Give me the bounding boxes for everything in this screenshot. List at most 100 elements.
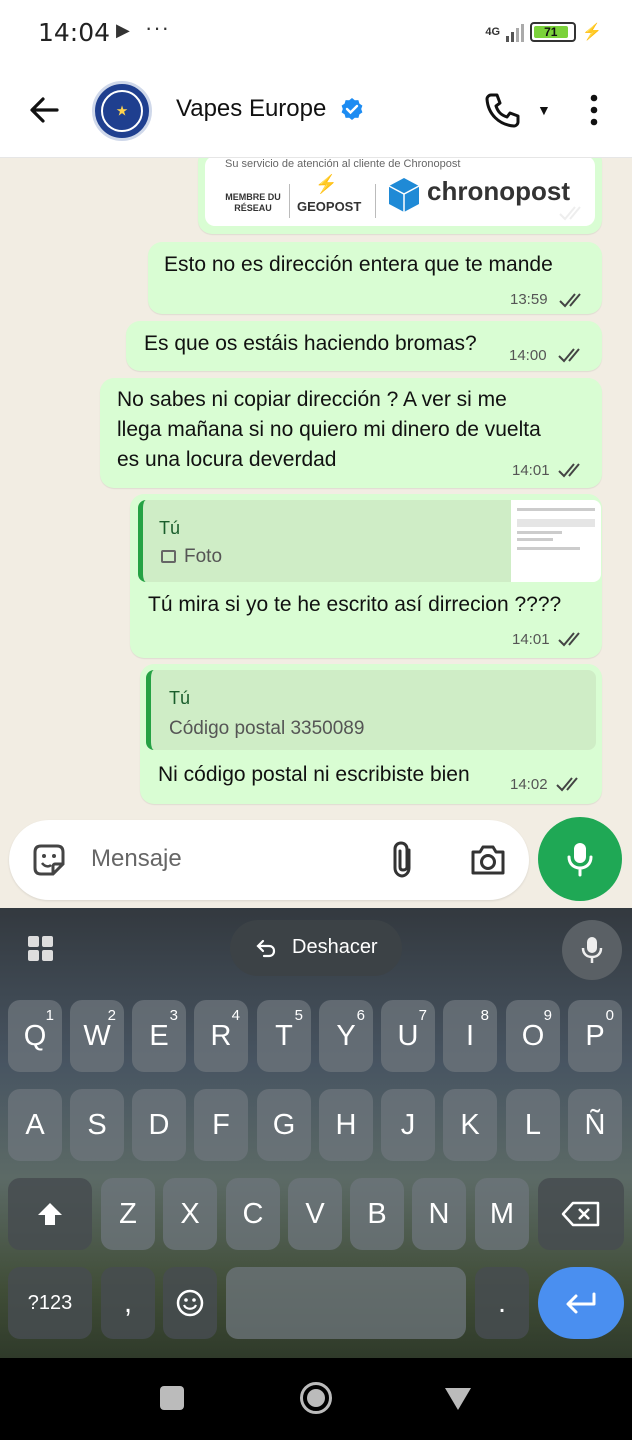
message-bubble[interactable]: Es que os estáis haciendo bromas? 14:00 bbox=[126, 321, 602, 371]
chronopost-box-icon bbox=[388, 178, 420, 212]
call-options-chevron-icon[interactable]: ▼ bbox=[537, 102, 551, 118]
message-text: No sabes ni copiar dirección ? A ver si … bbox=[117, 388, 541, 471]
battery-level: 71 bbox=[544, 25, 558, 39]
key-d[interactable]: D bbox=[132, 1089, 186, 1161]
shift-key[interactable] bbox=[8, 1178, 92, 1250]
key-t[interactable]: T5 bbox=[257, 1000, 311, 1072]
image-message[interactable]: Su servicio de atención al cliente de Ch… bbox=[198, 158, 602, 234]
contact-avatar[interactable]: ★ bbox=[92, 81, 152, 141]
message-composer[interactable]: Mensaje bbox=[9, 820, 529, 900]
period-key[interactable]: . bbox=[475, 1267, 529, 1339]
image-logo-geopost: GEOPOST bbox=[297, 199, 362, 214]
message-text: Ni código postal ni escribiste bien bbox=[158, 763, 470, 786]
comma-key[interactable]: , bbox=[101, 1267, 155, 1339]
back-arrow-icon[interactable] bbox=[25, 90, 65, 130]
phone-call-icon[interactable] bbox=[482, 90, 522, 130]
voice-message-button[interactable] bbox=[538, 817, 622, 901]
battery-icon: 71 bbox=[530, 22, 577, 42]
key-i[interactable]: I8 bbox=[443, 1000, 497, 1072]
quote-text: Código postal 3350089 bbox=[169, 718, 365, 739]
key-g[interactable]: G bbox=[257, 1089, 311, 1161]
verified-badge-icon bbox=[341, 98, 363, 120]
enter-arrow-icon bbox=[566, 1292, 596, 1314]
message-time: 13:59 bbox=[510, 291, 548, 308]
quoted-message[interactable]: Tú Código postal 3350089 bbox=[146, 670, 596, 750]
geopost-logo-icon: ⚡ bbox=[315, 174, 338, 194]
message-bubble[interactable]: Esto no es dirección entera que te mande… bbox=[148, 242, 602, 314]
key-o[interactable]: O9 bbox=[506, 1000, 560, 1072]
key-w[interactable]: W2 bbox=[70, 1000, 124, 1072]
enter-key[interactable] bbox=[538, 1267, 624, 1339]
undo-label: Deshacer bbox=[292, 936, 378, 958]
space-key[interactable] bbox=[226, 1267, 466, 1339]
contact-name[interactable]: Vapes Europe bbox=[176, 95, 326, 123]
key-k[interactable]: K bbox=[443, 1089, 497, 1161]
emoji-key[interactable] bbox=[163, 1267, 217, 1339]
charging-icon: ⚡ bbox=[582, 24, 602, 41]
microphone-icon bbox=[581, 937, 603, 963]
symbols-key[interactable]: ?123 bbox=[8, 1267, 92, 1339]
network-type: 4G bbox=[485, 26, 501, 38]
key-z[interactable]: Z bbox=[101, 1178, 155, 1250]
read-receipt-icon bbox=[556, 777, 578, 792]
attach-paperclip-icon[interactable] bbox=[389, 840, 419, 880]
quote-author: Tú bbox=[159, 518, 181, 538]
quote-text: Foto bbox=[184, 546, 223, 567]
chat-area[interactable]: Su servicio de atención al cliente de Ch… bbox=[0, 158, 632, 908]
key-m[interactable]: M bbox=[475, 1178, 529, 1250]
key-p[interactable]: P0 bbox=[568, 1000, 622, 1072]
key-n[interactable]: N bbox=[412, 1178, 466, 1250]
more-options-icon[interactable] bbox=[585, 92, 603, 128]
key-s[interactable]: S bbox=[70, 1089, 124, 1161]
key-e[interactable]: E3 bbox=[132, 1000, 186, 1072]
message-text: Esto no es dirección entera que te mande bbox=[164, 253, 553, 276]
key-enye[interactable]: Ñ bbox=[568, 1089, 622, 1161]
emoji-smile-icon bbox=[176, 1289, 204, 1317]
key-v[interactable]: V bbox=[288, 1178, 342, 1250]
quoted-message[interactable]: Tú Foto bbox=[138, 500, 601, 582]
reply-message-bubble[interactable]: Tú Foto Tú mira si yo te he escrito así … bbox=[130, 494, 602, 658]
key-q[interactable]: Q1 bbox=[8, 1000, 62, 1072]
message-input[interactable]: Mensaje bbox=[91, 845, 182, 873]
key-c[interactable]: C bbox=[226, 1178, 280, 1250]
photo-icon bbox=[161, 550, 176, 563]
key-u[interactable]: U7 bbox=[381, 1000, 435, 1072]
home-circle-icon[interactable] bbox=[300, 1382, 332, 1414]
read-receipt-icon bbox=[558, 632, 580, 647]
quote-thumbnail bbox=[511, 500, 601, 582]
message-time: 14:01 bbox=[512, 462, 550, 479]
key-h[interactable]: H bbox=[319, 1089, 373, 1161]
status-time: 14:04 bbox=[38, 18, 111, 47]
key-a[interactable]: A bbox=[8, 1089, 62, 1161]
message-time: 14:02 bbox=[510, 776, 548, 793]
keyboard-menu-grid-icon[interactable] bbox=[26, 934, 56, 964]
read-receipt-icon bbox=[558, 463, 580, 478]
keyboard-voice-button[interactable] bbox=[562, 920, 622, 980]
message-text: Tú mira si yo te he escrito así dirrecio… bbox=[148, 593, 562, 616]
key-r[interactable]: R4 bbox=[194, 1000, 248, 1072]
read-receipt-icon bbox=[559, 293, 581, 308]
more-notifications-icon: ··· bbox=[145, 15, 170, 40]
system-nav-bar bbox=[0, 1358, 632, 1440]
image-logo-chronopost: chronopost bbox=[427, 176, 570, 206]
backspace-icon bbox=[561, 1201, 600, 1227]
read-receipt-icon bbox=[559, 206, 581, 221]
message-text: Es que os estáis haciendo bromas? bbox=[144, 332, 477, 355]
key-y[interactable]: Y6 bbox=[319, 1000, 373, 1072]
recents-square-icon[interactable] bbox=[160, 1386, 184, 1410]
sticker-emoji-icon[interactable] bbox=[29, 840, 69, 880]
message-bubble[interactable]: No sabes ni copiar dirección ? A ver si … bbox=[100, 378, 602, 488]
key-x[interactable]: X bbox=[163, 1178, 217, 1250]
key-f[interactable]: F bbox=[194, 1089, 248, 1161]
key-l[interactable]: L bbox=[506, 1089, 560, 1161]
read-receipt-icon bbox=[558, 348, 580, 363]
undo-button[interactable]: Deshacer bbox=[230, 920, 402, 976]
undo-icon bbox=[256, 939, 276, 958]
camera-icon[interactable] bbox=[468, 840, 508, 880]
reply-message-bubble[interactable]: Tú Código postal 3350089 Ni código posta… bbox=[140, 664, 602, 804]
backspace-key[interactable] bbox=[538, 1178, 624, 1250]
back-triangle-icon[interactable] bbox=[443, 1386, 473, 1412]
key-b[interactable]: B bbox=[350, 1178, 404, 1250]
quote-author: Tú bbox=[169, 688, 191, 708]
key-j[interactable]: J bbox=[381, 1089, 435, 1161]
